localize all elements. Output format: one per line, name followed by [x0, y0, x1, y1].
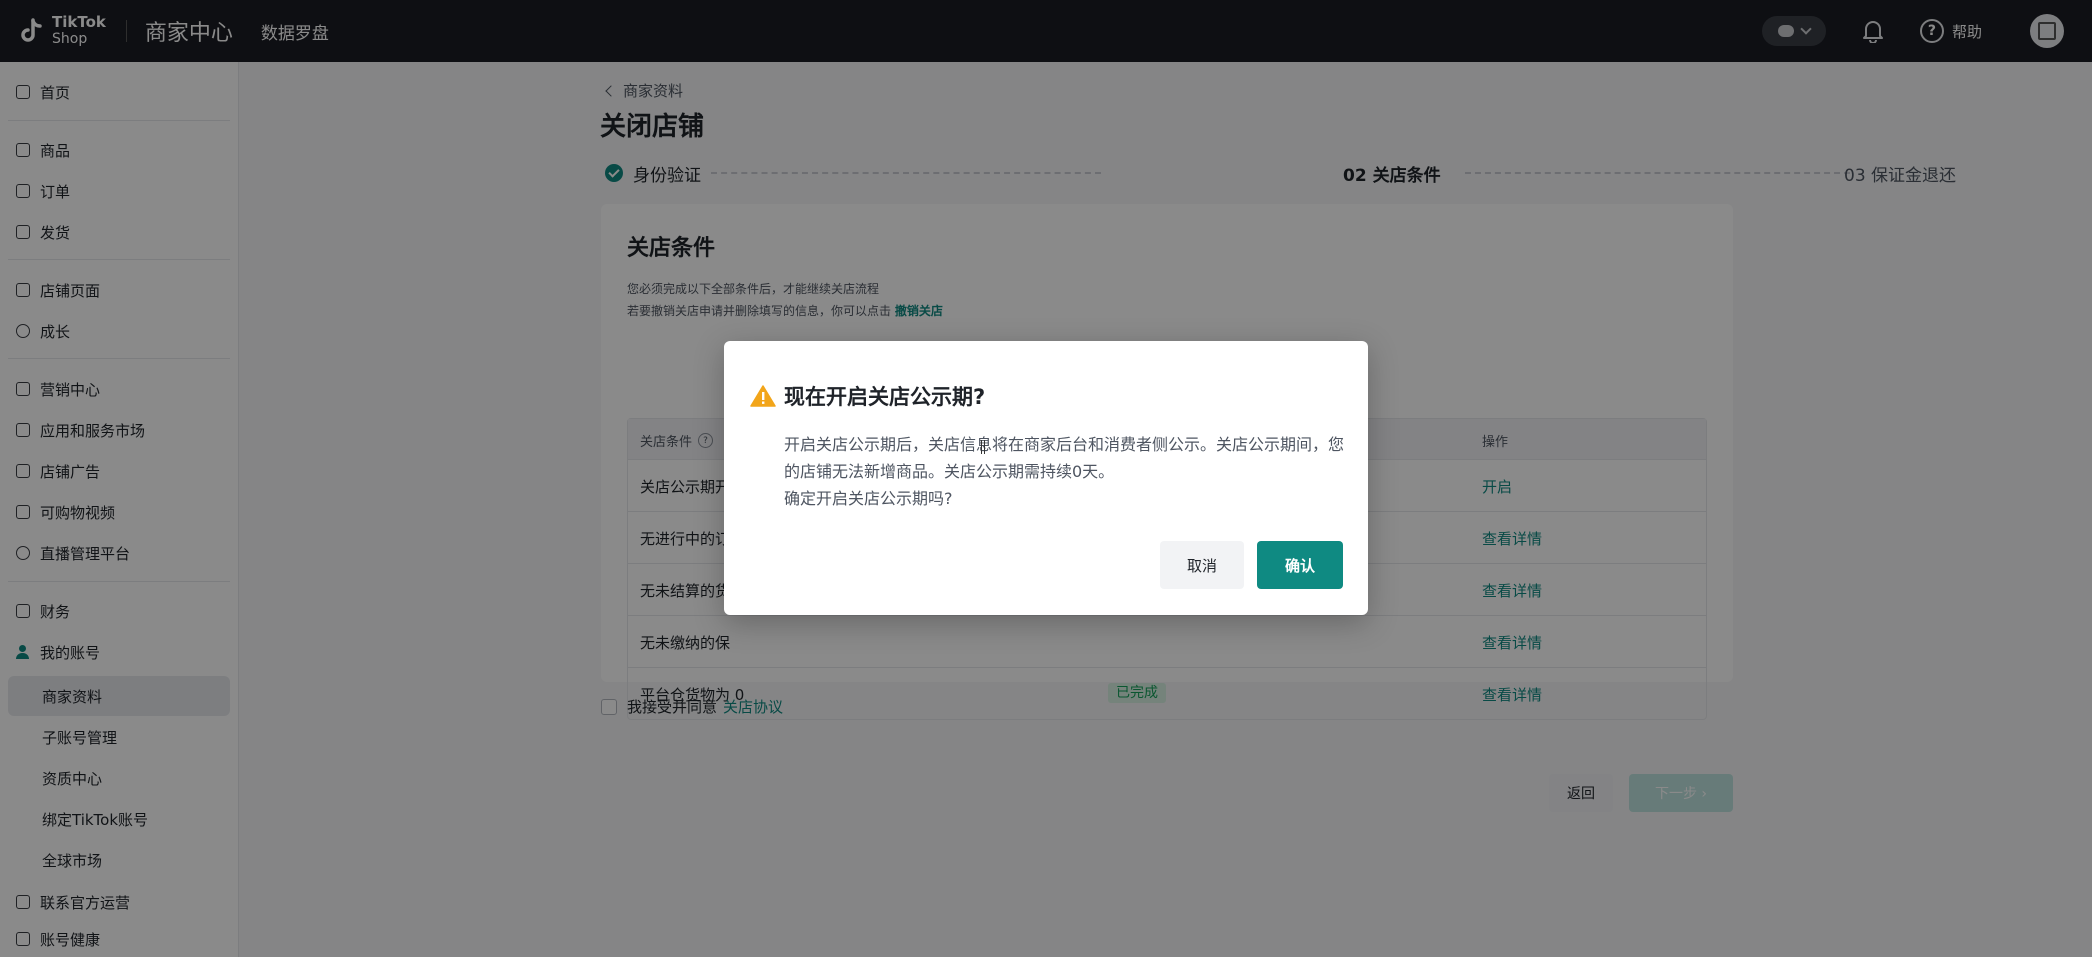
dialog-message: 开启关店公示期后，关店信息将在商家后台和消费者侧公示。关店公示期间，您的店铺无法… [784, 435, 1345, 481]
warning-icon [750, 385, 776, 407]
dialog-body: 开启关店公示期后，关店信息将在商家后台和消费者侧公示。关店公示期间，您的店铺无法… [784, 431, 1344, 512]
dialog-question: 确定开启关店公示期吗? [784, 489, 953, 508]
dialog-title: 现在开启关店公示期? [784, 385, 986, 409]
cancel-button[interactable]: 取消 [1160, 541, 1244, 589]
text-cursor-icon [981, 440, 985, 454]
confirm-dialog: 现在开启关店公示期? 开启关店公示期后，关店信息将在商家后台和消费者侧公示。关店… [724, 341, 1368, 615]
confirm-button[interactable]: 确认 [1257, 541, 1343, 589]
